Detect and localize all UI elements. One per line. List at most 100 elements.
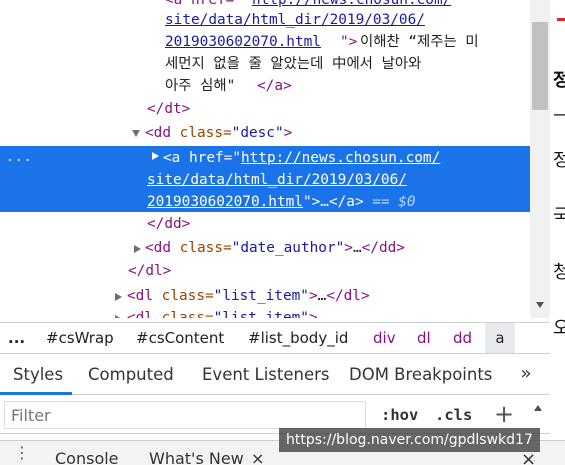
breadcrumb-item[interactable]: #csWrap [40,323,120,353]
tag-close: </a> [257,78,292,94]
tree-line[interactable]: 세먼지 없을 줄 알았는데 中에서 날아와 [0,52,530,76]
tree-line[interactable]: site/data/html_dir/2019/03/06/ [0,8,530,32]
tree-line[interactable]: <dl class="list_item">…</dl> [0,284,530,308]
tag-open: <a [163,150,181,166]
page-edge-char: 정 [553,70,565,91]
tag-end: > [283,125,293,141]
href-link[interactable]: site/data/html_dir/2019/03/06/ [165,8,425,32]
attr-value: "list_item" [213,288,309,304]
node-markup: <dd class="date_author">…</dd> [145,236,405,260]
page-edge-char: 국 [553,206,565,227]
attr-quote: " [232,150,241,166]
tag-close: </dl> [128,263,172,279]
node-markup: 2019030602070.html">…</a> == $0 [147,190,416,214]
node-markup: <dd class="desc"> [145,121,292,145]
breadcrumb-item-active[interactable]: a [485,323,515,353]
tag-punct: "> [340,34,358,50]
filter-input[interactable] [4,401,366,429]
attr-name: class= [171,125,232,141]
breadcrumb-more[interactable]: ... [2,323,31,353]
expand-triangle-icon[interactable] [132,130,140,137]
tab-computed[interactable]: Computed [85,355,177,395]
expand-triangle-icon[interactable] [115,293,122,301]
page-edge-char: 오 [553,318,565,339]
breadcrumb: ... #csWrap #csContent #list_body_id div… [0,322,550,354]
tag-open: <dd [145,125,171,141]
breadcrumb-item[interactable]: #csContent [130,323,230,353]
new-style-rule-icon[interactable]: + [494,399,514,429]
node-markup: <dl class="list_item">…</dl> [127,284,370,308]
watermark: https://blog.naver.com/gpdlswkd17 [279,428,540,452]
tree-line[interactable]: </dl> [0,259,530,283]
href-link[interactable]: 2019030602070.html [165,30,321,54]
link-text: 이해찬 “제주는 미 [360,34,479,50]
tab-dom-breakpoints[interactable]: DOM Breakpoints [346,355,495,395]
tag-close: </dd> [147,216,191,232]
tree-line[interactable]: 2019030602070.html "> 이해찬 “제주는 미 [0,30,530,54]
tree-line[interactable]: </dd> [0,212,530,236]
sidebar-tabs: Styles Computed Event Listeners DOM Brea… [0,355,550,395]
link-text: 세먼지 없을 줄 알았는데 中에서 날아와 [165,56,422,72]
drawer-tab-whats-new[interactable]: What's New [149,449,244,465]
tag-end: > [308,310,318,318]
tree-line[interactable]: <dd class="desc"> [0,121,530,145]
attr-value: "list_item" [213,310,309,318]
active-tab-indicator [0,392,72,395]
attr-name: class= [171,240,232,256]
tree-line[interactable]: </dt> [0,97,530,121]
page-edge: 정 — 정 국 청 오 [550,0,565,432]
selected-marker: == $0 [363,194,416,210]
tag-close: </dd> [361,240,405,256]
red-accent-bar [557,18,565,21]
href-link[interactable]: http://news.chosun.com/ [241,150,440,166]
drawer-menu-icon[interactable]: ⋮ [14,445,30,461]
tag-end: > [308,288,318,304]
tag-open: <dd [145,240,171,256]
scroll-up-arrow-icon[interactable] [534,405,542,411]
drawer-tab-console[interactable]: Console [55,449,119,465]
tag-close: </a> [328,194,364,210]
elements-tree[interactable]: <a href= http://news.chosun.com/ site/da… [0,0,530,318]
expand-triangle-icon[interactable] [152,152,159,160]
expand-triangle-icon[interactable] [134,245,141,253]
node-menu-dots[interactable]: ... [6,151,32,164]
breadcrumb-item[interactable]: div [367,323,402,353]
tab-styles[interactable]: Styles [10,355,66,395]
tree-line[interactable]: <dd class="date_author">…</dd> [0,236,530,260]
page-edge-char: 정 [553,150,565,171]
link-text: 아주 심해" [165,78,236,94]
href-link[interactable]: site/data/html_dir/2019/03/06/ [147,168,407,192]
collapsed-ellipsis[interactable]: … [320,194,329,210]
tree-line[interactable]: 아주 심해" </a> [0,74,530,98]
attr-name: href= [180,150,233,166]
tag-end: > [344,240,353,256]
elements-scrollbar[interactable] [530,0,550,318]
tag-open: <dl [127,310,153,318]
page-edge-char: — [553,104,565,125]
attr-name: class= [153,310,214,318]
breadcrumb-item[interactable]: dl [411,323,437,353]
expand-triangle-icon[interactable] [115,315,122,318]
scrollbar-thumb[interactable] [532,22,548,110]
tag-close: </dl> [326,288,370,304]
tag-open: <dl [127,288,153,304]
breadcrumb-item[interactable]: #list_body_id [242,323,354,353]
collapsed-ellipsis[interactable]: … [318,288,327,304]
collapsed-ellipsis[interactable]: … [353,240,362,256]
more-tabs-icon[interactable]: » [514,355,538,395]
tree-line[interactable]: <dl class="list_item"> [0,306,530,318]
attr-value: "date_author" [231,240,345,256]
page-edge-char: 청 [553,262,565,283]
href-link[interactable]: 2019030602070.html [147,194,303,210]
attr-quote: "> [302,194,321,210]
attr-name: class= [153,288,214,304]
close-tab-icon[interactable]: × [251,449,264,465]
tag-close: </dt> [147,101,191,117]
tab-event-listeners[interactable]: Event Listeners [199,355,333,395]
node-markup: <dl class="list_item"> [127,306,318,318]
scroll-down-arrow-icon[interactable] [536,302,544,308]
selected-node[interactable]: ... <a href="http://news.chosun.com/ sit… [0,146,530,212]
attr-value: "desc" [231,125,284,141]
breadcrumb-item[interactable]: dd [447,323,478,353]
node-markup: <a href="http://news.chosun.com/ [163,146,440,170]
